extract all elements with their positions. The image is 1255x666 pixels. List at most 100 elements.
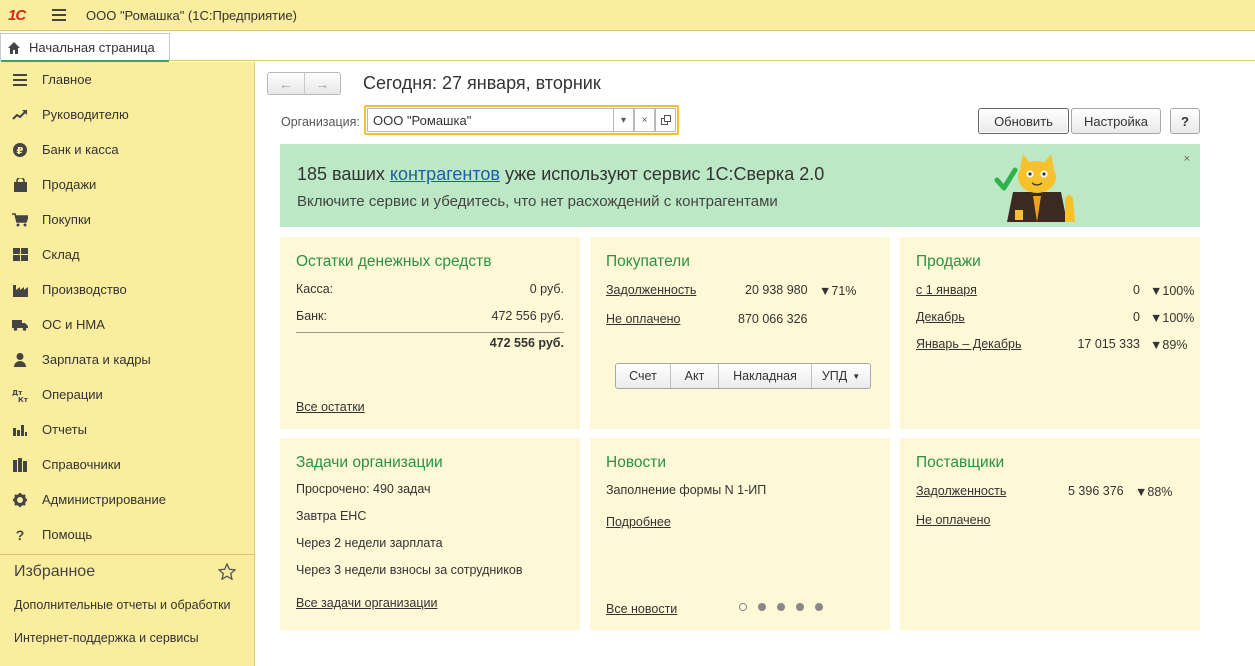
buyers-debt-value: 20 938 980 [745, 283, 808, 297]
sidebar-item-operations[interactable]: Дт Кт Операции [0, 377, 254, 412]
pager-dot[interactable] [777, 603, 785, 611]
books-icon [12, 457, 28, 473]
cash-title: Остатки денежных средств [296, 253, 492, 270]
org-label: Организация: [281, 115, 360, 129]
star-icon[interactable] [218, 563, 236, 580]
forward-arrow-icon[interactable]: → [305, 73, 341, 94]
waybill-button[interactable]: Накладная [719, 364, 812, 388]
all-news-link[interactable]: Все новости [606, 602, 677, 616]
sidebar-item-bank[interactable]: ₽ Банк и касса [0, 132, 254, 167]
favorites-title: Избранное [14, 562, 96, 580]
tasks-2weeks[interactable]: Через 2 недели зарплата [296, 536, 443, 550]
sidebar-item-label: ОС и НМА [42, 317, 105, 332]
question-icon: ? [15, 526, 25, 543]
back-arrow-icon[interactable]: ← [268, 73, 305, 94]
pager-dot[interactable] [739, 603, 747, 611]
news-pager [739, 603, 823, 611]
sales-ytd-link[interactable]: с 1 января [916, 283, 977, 297]
sidebar-item-admin[interactable]: Администрирование [0, 482, 254, 517]
history-nav: ← → [267, 72, 341, 95]
bag-icon [12, 177, 28, 193]
sidebar-item-warehouse[interactable]: Склад [0, 237, 254, 272]
open-icon[interactable] [655, 108, 676, 132]
truck-icon [12, 317, 28, 333]
org-input[interactable]: ООО "Ромашка" [367, 108, 613, 132]
buyers-unpaid-value: 870 066 326 [738, 312, 808, 326]
sidebar-item-label: Зарплата и кадры [42, 352, 151, 367]
trend-icon [12, 107, 28, 123]
sidebar-item-label: Продажи [42, 177, 97, 192]
sales-card: Продажи с 1 января 0 ▼100% Декабрь 0 ▼10… [900, 237, 1200, 429]
sidebar-item-sales[interactable]: Продажи [0, 167, 254, 202]
suppliers-unpaid-link[interactable]: Не оплачено [916, 513, 990, 527]
buyers-debt-link[interactable]: Задолженность [606, 283, 696, 297]
sidebar-item-label: Покупки [42, 212, 91, 227]
cash-card: Остатки денежных средств Касса: 0 руб. Б… [280, 237, 580, 429]
refresh-button[interactable]: Обновить [978, 108, 1069, 134]
sales-year-link[interactable]: Январь – Декабрь [916, 337, 1021, 351]
sales-ytd-delta: ▼100% [1150, 284, 1195, 298]
1c-logo[interactable]: 1С [8, 6, 38, 24]
sidebar-item-purchases[interactable]: Покупки [0, 202, 254, 237]
sidebar-item-directories[interactable]: Справочники [0, 447, 254, 482]
sidebar: Главное Руководителю ₽ Банк и касса Прод… [0, 62, 255, 666]
all-tasks-link[interactable]: Все задачи организации [296, 596, 437, 610]
sidebar-item-manager[interactable]: Руководителю [0, 97, 254, 132]
sidebar-item-salary[interactable]: Зарплата и кадры [0, 342, 254, 377]
help-button[interactable]: ? [1170, 108, 1200, 134]
pager-dot[interactable] [815, 603, 823, 611]
sidebar-item-main[interactable]: Главное [0, 62, 254, 97]
main-area: ← → Сегодня: 27 января, вторник Организа… [256, 62, 1255, 666]
tab-home[interactable]: Начальная страница [0, 33, 170, 62]
news-more-link[interactable]: Подробнее [606, 515, 671, 529]
sidebar-item-label: Производство [42, 282, 127, 297]
dropdown-arrow-icon[interactable]: ▾ [613, 108, 634, 132]
buyers-debt-delta: ▼71% [819, 284, 857, 298]
buyers-unpaid-link[interactable]: Не оплачено [606, 312, 680, 326]
gear-icon [12, 492, 28, 508]
divider [296, 332, 564, 333]
pager-dot[interactable] [796, 603, 804, 611]
tasks-overdue[interactable]: Просрочено: 490 задач [296, 482, 431, 496]
pager-dot[interactable] [758, 603, 766, 611]
sidebar-item-help[interactable]: ? Помощь [0, 517, 254, 552]
org-field[interactable]: ООО "Ромашка" ▾ × [364, 105, 679, 135]
cash-total: 472 556 руб. [489, 336, 564, 350]
suppliers-title: Поставщики [916, 454, 1005, 471]
sales-year-delta: ▼89% [1150, 338, 1188, 352]
dt-kt-icon: Дт Кт [12, 387, 28, 403]
window-title: ООО "Ромашка" (1С:Предприятие) [86, 7, 297, 23]
title-bar: 1С ООО "Ромашка" (1С:Предприятие) [0, 0, 1255, 31]
suppliers-debt-delta: ▼88% [1135, 485, 1173, 499]
settings-button[interactable]: Настройка [1071, 108, 1161, 134]
counterparties-link[interactable]: контрагентов [390, 164, 500, 184]
upd-button[interactable]: УПД ▼ [812, 364, 870, 388]
bank-row-label: Банк: [296, 309, 327, 323]
home-icon [8, 41, 20, 54]
news-card: Новости Заполнение формы N 1-ИП Подробне… [590, 438, 890, 630]
banner-headline: 185 ваших контрагентов уже используют се… [297, 164, 825, 184]
act-button[interactable]: Акт [671, 364, 719, 388]
sales-dec-link[interactable]: Декабрь [916, 310, 965, 324]
tasks-tomorrow[interactable]: Завтра ЕНС [296, 509, 366, 523]
favorite-link[interactable]: Интернет-поддержка и сервисы [0, 621, 254, 654]
factory-icon [12, 282, 28, 298]
all-balances-link[interactable]: Все остатки [296, 400, 365, 414]
sidebar-item-label: Администрирование [42, 492, 166, 507]
favorite-link[interactable]: Дополнительные отчеты и обработки [0, 588, 254, 621]
sidebar-item-label: Операции [42, 387, 103, 402]
sidebar-item-assets[interactable]: ОС и НМА [0, 307, 254, 342]
clear-icon[interactable]: × [634, 108, 655, 132]
sverka-banner: 185 ваших контрагентов уже используют се… [280, 144, 1200, 227]
cash-row-value: 0 руб. [529, 282, 564, 296]
close-icon[interactable]: × [1184, 153, 1190, 165]
sidebar-item-reports[interactable]: Отчеты [0, 412, 254, 447]
tasks-3weeks[interactable]: Через 3 недели взносы за сотрудников [296, 563, 522, 577]
suppliers-debt-link[interactable]: Задолженность [916, 484, 1006, 498]
main-menu-icon[interactable] [52, 9, 66, 21]
invoice-button[interactable]: Счет [616, 364, 671, 388]
sidebar-item-production[interactable]: Производство [0, 272, 254, 307]
banner-subtext: Включите сервис и убедитесь, что нет рас… [297, 193, 778, 210]
person-icon [12, 352, 28, 368]
menu-lines-icon [12, 72, 28, 88]
